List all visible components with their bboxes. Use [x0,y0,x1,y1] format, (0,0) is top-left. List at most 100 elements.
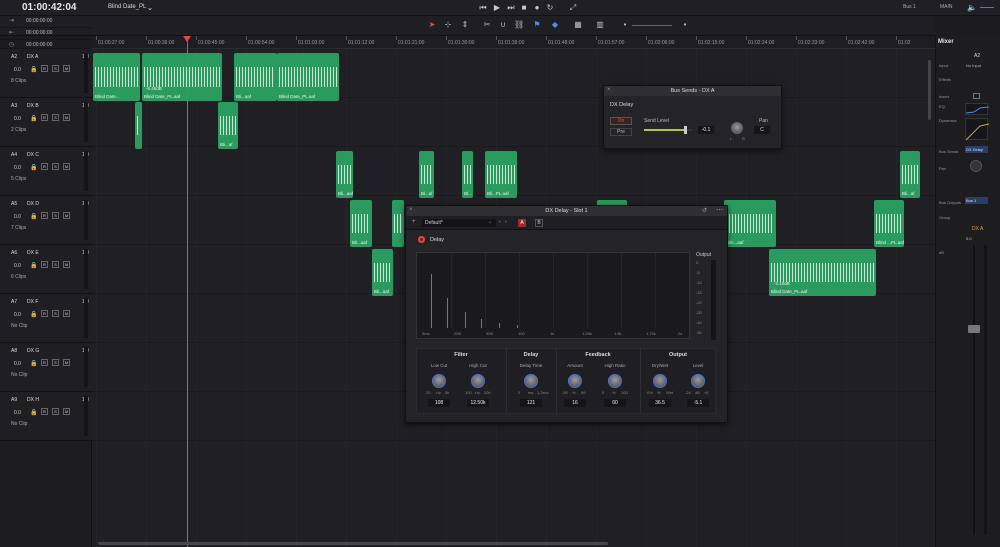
marker-icon[interactable]: ◆ [550,20,560,30]
trim-icon[interactable]: ⇕ [460,20,470,30]
track-header-a6[interactable]: A6 DX E 1.0 0.0 🔒 R S M 6 Clips [0,245,92,294]
track-db[interactable]: 0.0 [14,67,21,73]
solo-button[interactable]: S [52,261,59,268]
solo-button[interactable]: S [52,359,59,366]
mute-button[interactable]: M [63,261,70,268]
audio-clip[interactable]: Blind Date... [93,53,140,101]
knob-value[interactable]: 60 [604,399,626,407]
send-level-value[interactable]: -0.1 [698,126,714,134]
pan-value[interactable]: C [754,126,770,134]
lock-icon[interactable]: 🔒 [30,213,37,220]
lock-icon[interactable]: 🔒 [30,66,37,73]
grid-icon[interactable]: ▦ [573,20,583,30]
audio-clip[interactable]: Bli...af [218,102,238,149]
audio-clip[interactable]: Blind Date_PL.aaf -6.46dB [142,53,222,101]
mute-button[interactable]: M [63,212,70,219]
knob-value[interactable]: 121 [520,399,542,407]
lock-icon[interactable]: 🔒 [30,360,37,367]
audio-clip[interactable]: Blin...aaf [724,200,776,247]
track-db[interactable]: 0.0 [14,263,21,269]
audio-clip[interactable]: Blind ...PL.aaf [874,200,904,247]
eq-graph[interactable] [965,103,990,115]
stop-icon[interactable]: ■ [519,3,529,13]
solo-button[interactable]: S [52,408,59,415]
amount-knob[interactable] [568,374,582,388]
dry-wet-knob[interactable] [653,374,667,388]
track-name[interactable]: DX A [27,54,38,60]
play-icon[interactable]: ▶ [492,3,502,13]
high-cut-knob[interactable] [471,374,485,388]
track-db[interactable]: 0.0 [14,361,21,367]
horizontal-scrollbar[interactable] [98,542,608,545]
track-name[interactable]: DX D [27,201,39,207]
solo-button[interactable]: S [52,163,59,170]
next-preset-icon[interactable]: › [505,219,507,225]
audio-clip[interactable]: Bli...af [900,151,920,198]
record-arm-button[interactable]: R [41,212,48,219]
mixer-input-value[interactable]: No Input [966,63,981,68]
bus-send-slot[interactable]: DX Delay [965,146,988,153]
audio-clip[interactable]: Bli...aaf [350,200,372,247]
track-header-a9[interactable]: A9 DX H 1.0 0.0 🔒 R S M No Clip [0,392,92,441]
compare-a-button[interactable]: A [518,219,526,227]
razor-icon[interactable]: ✂ [482,20,492,30]
track-db[interactable]: 0.0 [14,312,21,318]
speaker-icon[interactable]: 🔈 [967,3,977,13]
send-on-button[interactable]: On [610,117,632,125]
reset-icon[interactable]: ↺ [702,207,707,214]
zoom-in-icon[interactable]: • [680,20,690,30]
lock-icon[interactable]: 🔒 [30,115,37,122]
lock-icon[interactable]: 🔒 [30,164,37,171]
track-name[interactable]: DX C [27,152,39,158]
audio-clip[interactable]: Bl... [462,151,473,198]
solo-button[interactable]: S [52,65,59,72]
low-cut-knob[interactable] [432,374,446,388]
audio-clip[interactable]: Bli...aaf [336,151,353,198]
track-header-a4[interactable]: A4 DX C 1.0 0.0 🔒 R S M 5 Clips [0,147,92,196]
record-icon[interactable]: ● [532,3,542,13]
mute-button[interactable]: M [63,65,70,72]
main-select[interactable]: MAIN [940,4,953,10]
track-db[interactable]: 0.0 [14,410,21,416]
audio-clip[interactable]: Bli...aaf [372,249,393,296]
send-level-slider-thumb[interactable] [683,126,687,134]
knob-value[interactable]: 108 [428,399,450,407]
record-arm-button[interactable]: R [41,163,48,170]
lock-icon[interactable]: 🔒 [30,262,37,269]
track-header-a8[interactable]: A8 DX G 1.0 0.0 🔒 R S M No Clip [0,343,92,392]
track-db[interactable]: 0.0 [14,165,21,171]
flag-icon[interactable]: ⚑ [532,20,542,30]
chevron-down-icon[interactable]: ⌄ [488,219,492,225]
range-select-icon[interactable]: ⊹ [443,20,453,30]
add-icon[interactable]: + [412,219,416,225]
playhead-handle[interactable] [183,36,191,42]
timeline-name-dropdown[interactable]: Blind Date_PL [108,4,146,10]
columns-icon[interactable]: ▥ [595,20,605,30]
loop-icon[interactable]: ↻ [545,3,555,13]
track-name[interactable]: DX F [27,299,38,305]
lock-icon[interactable]: 🔒 [30,409,37,416]
solo-button[interactable]: S [52,114,59,121]
audio-clip[interactable]: Bl...af [419,151,434,198]
high-ratio-knob[interactable] [608,374,622,388]
record-arm-button[interactable]: R [41,261,48,268]
timeline-ruler[interactable]: 01:00:27:00 01:00:36:00 01:00:45:00 01:00:5… [92,36,935,49]
audio-clip[interactable] [392,200,404,247]
record-arm-button[interactable]: R [41,114,48,121]
solo-button[interactable]: S [52,212,59,219]
solo-button[interactable]: S [52,310,59,317]
insert-button[interactable] [973,93,980,99]
vertical-scrollbar[interactable] [928,60,931,120]
mute-button[interactable]: M [63,310,70,317]
track-name[interactable]: DX H [27,397,39,403]
close-icon[interactable]: × [607,87,611,93]
record-arm-button[interactable]: R [41,310,48,317]
zoom-out-icon[interactable]: • [620,20,630,30]
audio-clip[interactable]: Bli...aaf [234,53,277,101]
rewind-icon[interactable]: ⏮ [478,3,488,13]
pointer-icon[interactable]: ➤ [427,20,437,30]
chevron-down-icon[interactable]: ⌄ [145,3,155,13]
knob-value[interactable]: 36.5 [649,399,671,407]
mute-button[interactable]: M [63,114,70,121]
dynamics-graph[interactable] [965,118,990,141]
